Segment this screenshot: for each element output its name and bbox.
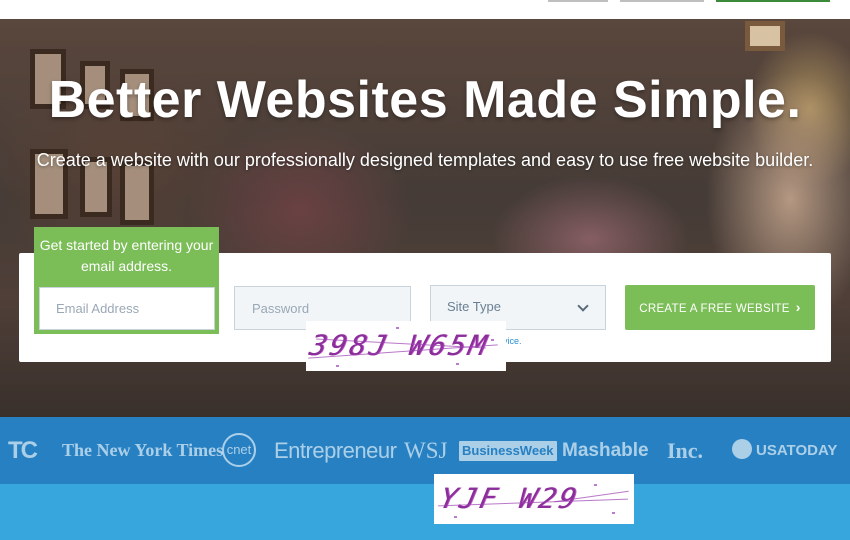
entrepreneur-logo: Entrepreneur: [274, 438, 397, 463]
businessweek-logo: BusinessWeek: [459, 441, 557, 461]
captcha-noise: [491, 339, 494, 341]
usatoday-logo: USATODAY: [732, 417, 837, 484]
lower-section: [0, 484, 850, 540]
nav-signup-button[interactable]: [716, 0, 830, 2]
usatoday-dot-icon: [732, 439, 752, 460]
nav-button-2[interactable]: [620, 0, 704, 2]
chevron-right-icon: ›: [795, 299, 801, 315]
chevron-down-icon: [577, 300, 589, 312]
captcha-noise: [456, 363, 459, 365]
site-type-label: Site Type: [447, 299, 501, 314]
nav-button-1[interactable]: [548, 0, 608, 2]
signup-prompt-text: Get started by entering your email addre…: [39, 237, 214, 274]
create-website-label: CREATE A FREE WEBSITE: [639, 303, 790, 315]
hero-title: Better Websites Made Simple.: [48, 71, 802, 129]
captcha-text: YJF W29: [436, 482, 583, 515]
captcha-noise: [396, 327, 399, 329]
captcha-noise: [454, 516, 457, 518]
email-input[interactable]: [39, 287, 215, 330]
birdhouse-decoration: [745, 21, 785, 51]
press-logos-band: TC The New York Times cnet Entrepreneur …: [0, 417, 850, 484]
cnet-logo: cnet: [222, 433, 256, 467]
captcha-image: 398J W65M: [306, 321, 506, 371]
top-nav-bar: [0, 0, 850, 19]
captcha-noise: [612, 512, 615, 514]
create-website-button[interactable]: CREATE A FREE WEBSITE ›: [625, 285, 815, 330]
usatoday-logo-text: USATODAY: [756, 442, 838, 459]
inc-logo: Inc.: [667, 438, 704, 463]
hero-subtitle: Create a website with our professionally…: [36, 150, 814, 170]
captcha-noise: [594, 484, 597, 486]
techcrunch-logo: TC: [8, 437, 38, 464]
captcha-image: YJF W29: [434, 474, 634, 524]
captcha-noise: [336, 365, 339, 367]
nyt-logo: The New York Times: [62, 440, 224, 460]
